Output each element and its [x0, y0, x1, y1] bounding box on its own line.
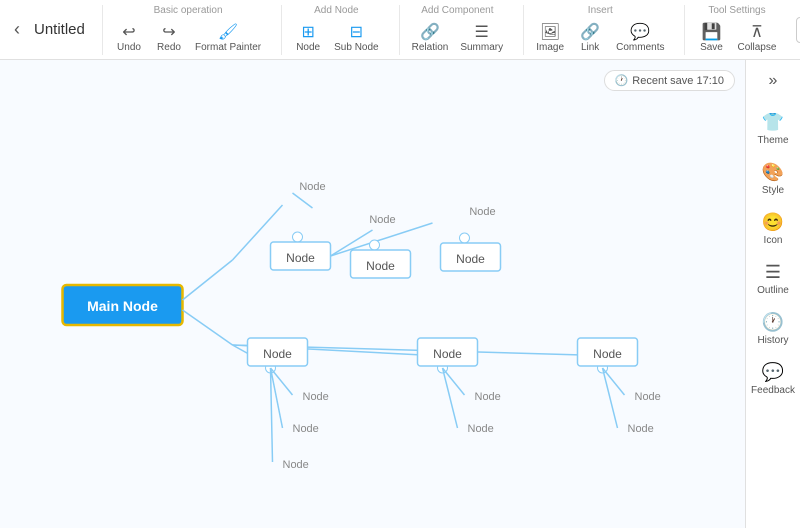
lower-main-conn: [183, 310, 233, 345]
summary-button[interactable]: ☰Summary: [456, 20, 507, 55]
group-label-add-node: Add Node: [314, 5, 358, 16]
icon-icon: 😊: [762, 212, 784, 233]
group-label-insert: Insert: [588, 5, 613, 16]
toolbar-group-insert: Insert 🖼Image 🔗Link 💬Comments: [523, 5, 676, 55]
document-title: Untitled: [34, 21, 94, 38]
sidebar-item-style[interactable]: 🎨 Style: [748, 156, 798, 202]
lower-node-2-text: Node: [433, 347, 462, 361]
group-label-tool-settings: Tool Settings: [708, 5, 765, 16]
feedback-icon: 💬: [762, 362, 784, 383]
child-node-2-text: Node: [366, 259, 395, 273]
lower-node-3-text: Node: [593, 347, 622, 361]
toolbar-group-add-node: Add Node ⊞Node ⊟Sub Node: [281, 5, 390, 55]
undo-button[interactable]: ↩Undo: [111, 20, 147, 55]
redo-button[interactable]: ↪Redo: [151, 20, 187, 55]
style-icon: 🎨: [762, 162, 784, 183]
collapse-button[interactable]: ⊼Collapse: [733, 20, 780, 55]
relation-button[interactable]: 🔗Relation: [408, 20, 453, 55]
status-icon: 🕐: [615, 74, 629, 87]
save-button[interactable]: 💾Save: [693, 20, 729, 55]
ln3-child-label-2: Node: [628, 423, 654, 435]
lower-node-1-text: Node: [263, 347, 292, 361]
toolbar-items-insert: 🖼Image 🔗Link 💬Comments: [532, 20, 668, 55]
upper-connector-1: [183, 260, 233, 300]
node-label-mid2: Node: [469, 206, 495, 218]
back-button[interactable]: ‹: [8, 15, 26, 44]
toolbar-items-tool-settings: 💾Save ⊼Collapse: [693, 20, 780, 55]
comments-button[interactable]: 💬Comments: [612, 20, 668, 55]
toolbar-items-basic: ↩Undo ↪Redo 🖌Format Painter: [111, 20, 265, 55]
main-canvas[interactable]: 🕐 Recent save 17:10 Main Node Node Node …: [0, 60, 745, 528]
toolbar-group-tool-settings: Tool Settings 💾Save ⊼Collapse: [684, 5, 788, 55]
sidebar-item-outline[interactable]: ☰ Outline: [748, 256, 798, 302]
status-text: Recent save 17:10: [632, 75, 724, 87]
canvas-area: 🕐 Recent save 17:10 Main Node Node Node …: [0, 60, 800, 528]
toolbar-items-add-component: 🔗Relation ☰Summary: [408, 20, 508, 55]
sidebar-item-icon[interactable]: 😊 Icon: [748, 206, 798, 252]
child-node-1-text: Node: [286, 251, 315, 265]
status-bar: 🕐 Recent save 17:10: [604, 70, 735, 91]
header-actions: ⇧ Share ⬒ Export: [796, 17, 800, 43]
node-label-top: Node: [299, 181, 325, 193]
top-node-line: [293, 193, 313, 208]
ln1-child-label-2: Node: [293, 423, 319, 435]
ln2-child-label-1: Node: [475, 391, 501, 403]
image-button[interactable]: 🖼Image: [532, 20, 568, 55]
node-label-mid1: Node: [369, 214, 395, 226]
expand-dot-3[interactable]: [460, 233, 470, 243]
expand-dot-1[interactable]: [293, 232, 303, 242]
sidebar-item-feedback[interactable]: 💬 Feedback: [748, 356, 798, 402]
share-button[interactable]: ⇧ Share: [796, 17, 800, 43]
node-button[interactable]: ⊞Node: [290, 20, 326, 55]
ln1-child-label-1: Node: [303, 391, 329, 403]
theme-icon: 👕: [762, 112, 784, 133]
child-node-3-text: Node: [456, 252, 485, 266]
group-label-basic: Basic operation: [154, 5, 223, 16]
toolbar-header: ‹ Untitled Basic operation ↩Undo ↪Redo 🖌…: [0, 0, 800, 60]
link-button[interactable]: 🔗Link: [572, 20, 608, 55]
expand-dot-2[interactable]: [370, 240, 380, 250]
ln1-child-label-3: Node: [283, 459, 309, 471]
outline-icon: ☰: [765, 262, 781, 283]
sidebar-item-history[interactable]: 🕐 History: [748, 306, 798, 352]
ln3-child-label-1: Node: [635, 391, 661, 403]
sub-node-button[interactable]: ⊟Sub Node: [330, 20, 382, 55]
main-node-text: Main Node: [87, 298, 158, 314]
history-icon: 🕐: [762, 312, 784, 333]
toolbar-group-add-component: Add Component 🔗Relation ☰Summary: [399, 5, 516, 55]
group-label-add-component: Add Component: [421, 5, 493, 16]
toolbar-group-basic: Basic operation ↩Undo ↪Redo 🖌Format Pain…: [102, 5, 273, 55]
sidebar-item-theme[interactable]: 👕 Theme: [748, 106, 798, 152]
right-sidebar: » 👕 Theme 🎨 Style 😊 Icon ☰ Outline 🕐 His…: [745, 60, 800, 528]
ln1-child-conn-3: [271, 368, 273, 462]
mindmap-canvas[interactable]: Main Node Node Node Node Node Node: [0, 60, 745, 528]
toolbar-items-add-node: ⊞Node ⊟Sub Node: [290, 20, 382, 55]
format-painter-button[interactable]: 🖌Format Painter: [191, 20, 265, 55]
ln2-child-label-2: Node: [468, 423, 494, 435]
sidebar-collapse-button[interactable]: »: [765, 68, 782, 94]
